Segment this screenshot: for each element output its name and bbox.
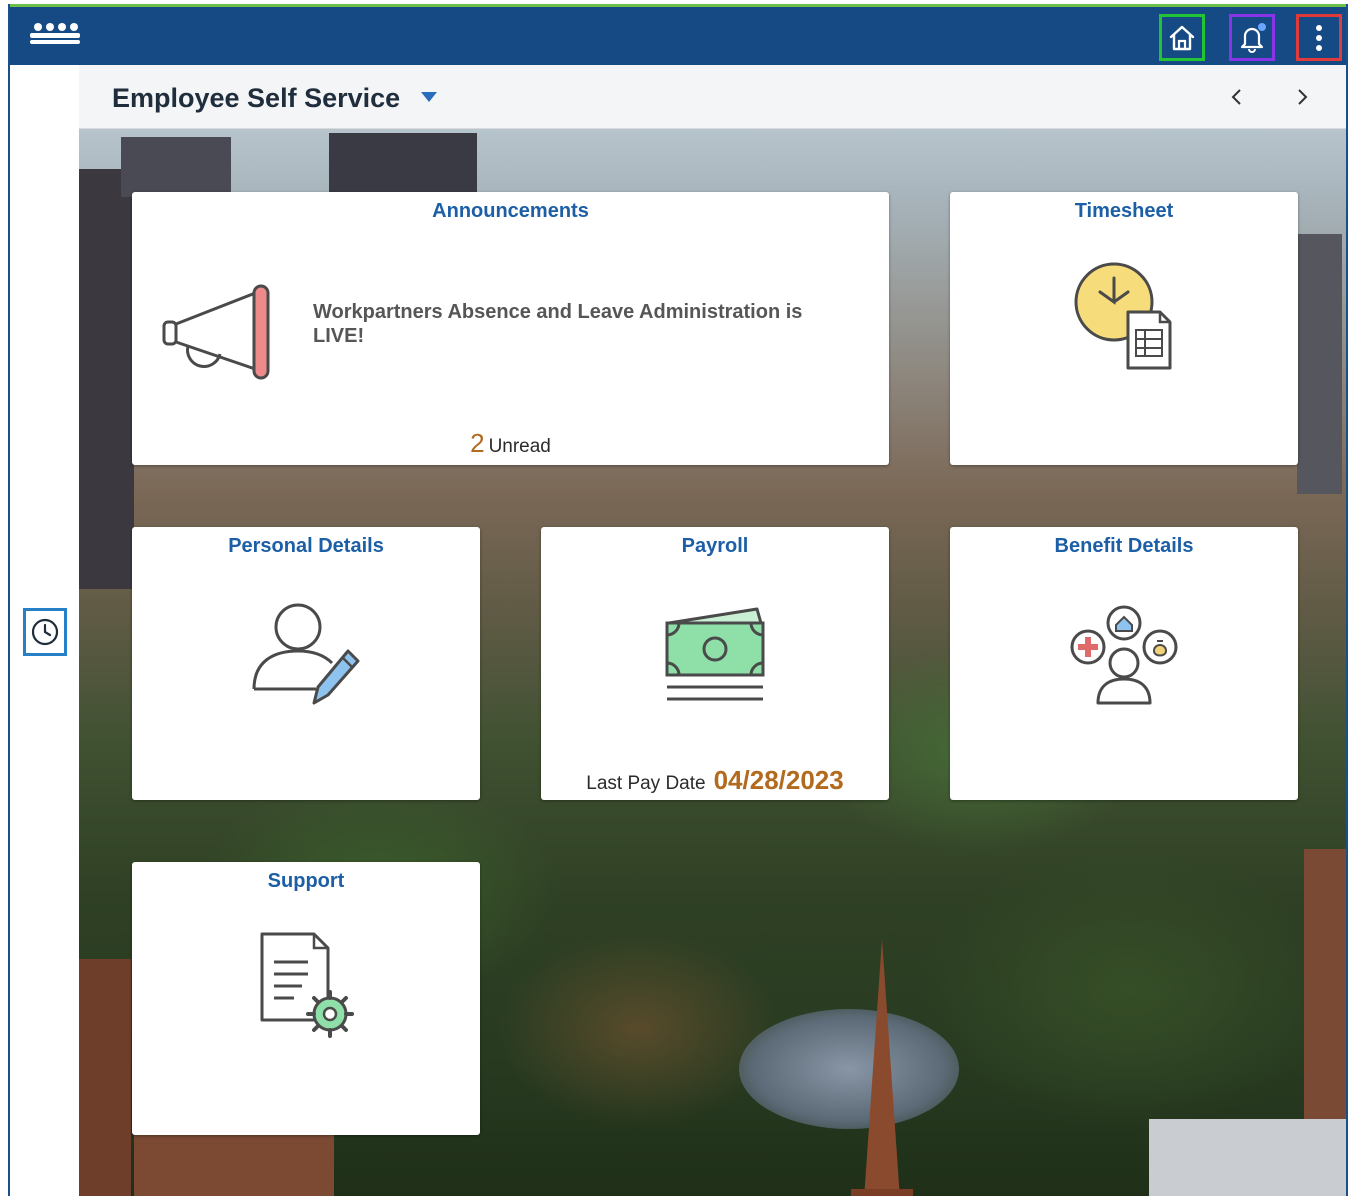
tile-title: Timesheet bbox=[1074, 200, 1174, 222]
next-page-button[interactable] bbox=[1287, 81, 1317, 113]
home-icon bbox=[1169, 25, 1195, 50]
benefits-icon bbox=[1070, 605, 1178, 705]
last-pay-info: Last Pay Date 04/28/2023 bbox=[541, 765, 889, 796]
background-pond bbox=[739, 1009, 959, 1129]
personal-details-tile[interactable]: Personal Details bbox=[132, 527, 480, 800]
chevron-left-icon bbox=[1231, 89, 1241, 105]
chevron-right-icon bbox=[1298, 89, 1308, 105]
background-building bbox=[134, 1129, 334, 1196]
unread-count: 2 bbox=[470, 428, 485, 458]
last-pay-date: 04/28/2023 bbox=[713, 765, 844, 795]
tile-title: Announcements bbox=[432, 200, 589, 222]
tile-title: Benefit Details bbox=[1054, 535, 1194, 557]
megaphone-icon bbox=[162, 284, 270, 380]
tile-title: Payroll bbox=[681, 535, 749, 557]
last-pay-label: Last Pay Date bbox=[586, 773, 706, 794]
timesheet-tile[interactable]: Timesheet bbox=[950, 192, 1298, 465]
background-building bbox=[121, 137, 231, 197]
bell-icon bbox=[1240, 22, 1266, 53]
home-button[interactable] bbox=[1159, 14, 1205, 61]
person-edit-icon bbox=[252, 603, 360, 705]
payroll-tile[interactable]: Payroll Last Pay Date 04/28/2023 bbox=[541, 527, 889, 800]
document-gear-icon bbox=[260, 932, 354, 1038]
page-title[interactable]: Employee Self Service bbox=[112, 83, 400, 114]
recent-places-button[interactable] bbox=[23, 608, 67, 656]
background-building bbox=[1149, 1119, 1346, 1196]
tile-title: Support bbox=[267, 870, 345, 892]
kebab-menu-icon bbox=[1316, 24, 1322, 51]
previous-page-button[interactable] bbox=[1222, 81, 1252, 113]
unread-indicator: 2 Unread bbox=[132, 428, 889, 459]
support-tile[interactable]: Support bbox=[132, 862, 480, 1135]
actions-menu-button[interactable] bbox=[1296, 14, 1342, 61]
announcement-message[interactable]: Workpartners Absence and Leave Administr… bbox=[313, 300, 853, 348]
background-steeple-base bbox=[851, 1189, 913, 1196]
background-steeple bbox=[864, 939, 900, 1196]
people-group-icon[interactable] bbox=[28, 21, 82, 45]
announcements-tile[interactable]: Announcements Workpartners Absence and L… bbox=[132, 192, 889, 465]
page-title-bar: Employee Self Service bbox=[79, 65, 1346, 129]
clock-timesheet-icon bbox=[1074, 262, 1172, 370]
background-building bbox=[329, 133, 477, 193]
unread-label: Unread bbox=[488, 436, 551, 457]
background-building bbox=[79, 959, 131, 1196]
background-building bbox=[1297, 234, 1342, 494]
caret-down-icon[interactable] bbox=[421, 92, 437, 102]
top-header-bar bbox=[8, 4, 1348, 65]
benefit-details-tile[interactable]: Benefit Details bbox=[950, 527, 1298, 800]
money-icon bbox=[665, 607, 765, 701]
clock-icon bbox=[31, 618, 59, 646]
tile-title: Personal Details bbox=[228, 535, 384, 557]
background-building bbox=[79, 169, 134, 589]
notifications-button[interactable] bbox=[1229, 14, 1275, 61]
